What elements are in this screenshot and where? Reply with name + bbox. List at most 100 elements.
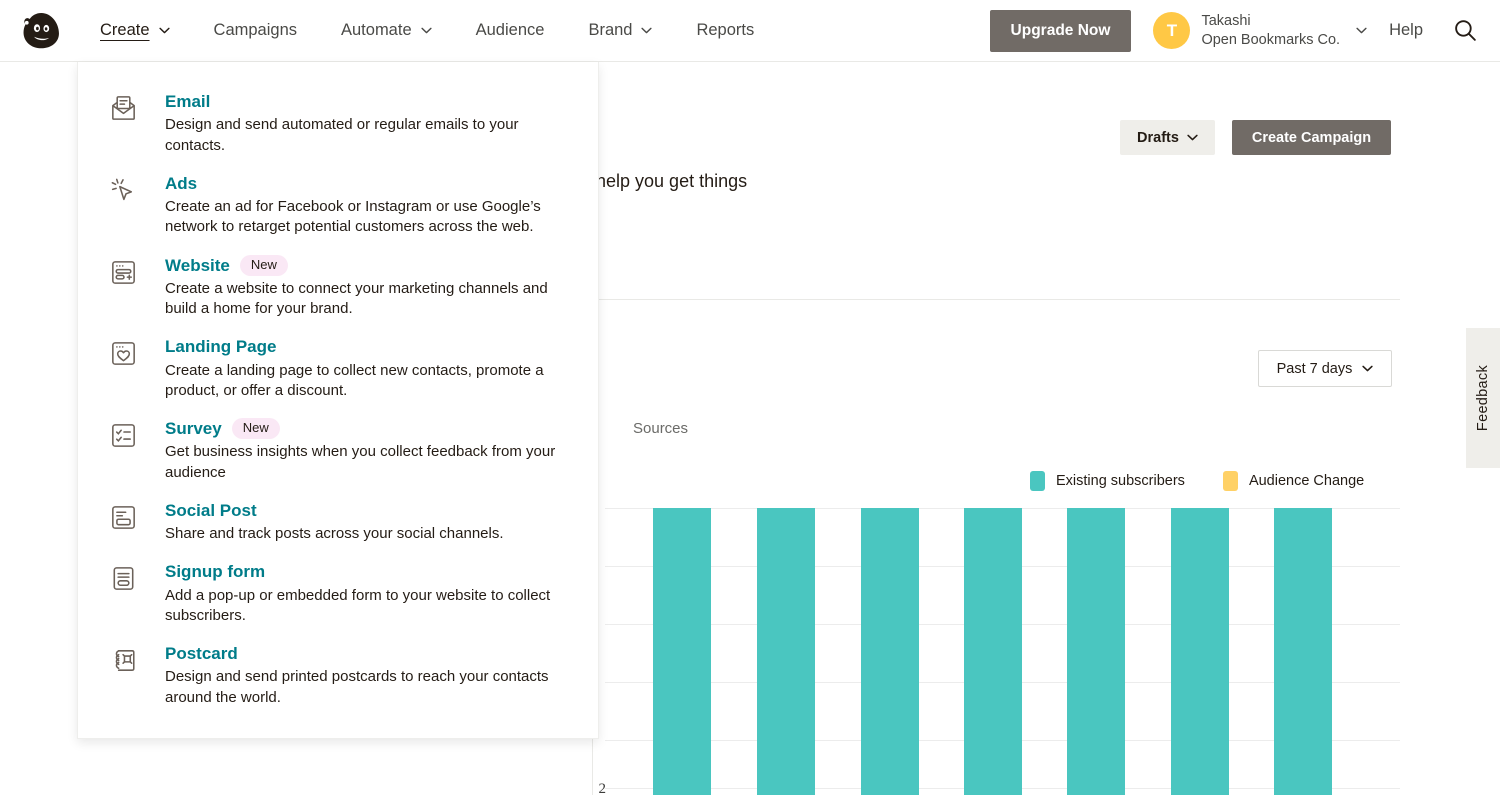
menu-item-social-post[interactable]: Social Post Share and track posts across… [78,491,598,553]
chevron-down-icon [641,27,653,34]
subscribers-bar-chart [605,500,1400,795]
nav-item-brand[interactable]: Brand [566,0,674,62]
date-range-select[interactable]: Past 7 days [1258,350,1392,387]
menu-item-title: Email [165,92,211,111]
legend-item-existing-subscribers[interactable]: Existing subscribers [1030,471,1185,491]
nav-label: Create [100,21,150,39]
envelope-open-icon [101,90,145,124]
menu-title-row: Signup form [165,561,576,582]
feedback-label: Feedback [1475,364,1491,432]
nav-label: Audience [475,21,545,39]
menu-item-body: Email Design and send automated or regul… [145,90,576,156]
menu-title-row: Survey New [165,418,576,440]
chart-bar[interactable] [1067,508,1125,795]
avatar: T [1153,12,1191,49]
menu-item-description: Create a landing page to collect new con… [165,361,544,399]
upgrade-now-button[interactable]: Upgrade Now [989,9,1132,52]
legend-item-audience-change[interactable]: Audience Change [1222,471,1365,491]
menu-title-row: Social Post [165,500,504,521]
account-menu[interactable]: T Takashi Open Bookmarks Co. [1153,12,1367,49]
nav-label: Brand [588,21,633,39]
top-navigation-bar: Create Campaigns Automate Audience Brand [0,0,1500,62]
legend-swatch-icon [1222,471,1238,491]
menu-item-description: Get business insights when you collect f… [165,443,556,481]
search-icon[interactable] [1453,18,1478,43]
menu-item-email[interactable]: Email Design and send automated or regul… [78,82,598,164]
feedback-tab[interactable]: Feedback [1466,328,1500,468]
chevron-down-icon [1362,365,1374,372]
menu-item-survey[interactable]: Survey New Get business insights when yo… [78,409,598,491]
menu-item-ads[interactable]: Ads Create an ad for Facebook or Instagr… [78,164,598,246]
menu-title-row: Postcard [165,643,576,664]
legend-label: Existing subscribers [1056,473,1185,489]
hero-text: help you get things [596,171,748,191]
chart-bar[interactable] [964,508,1022,795]
browser-window-heart-icon [101,335,145,369]
menu-item-title: Signup form [165,562,266,582]
menu-title-row: Email [165,91,576,112]
menu-item-description: Create a website to connect your marketi… [165,279,548,318]
chevron-down-icon [421,27,432,34]
legend-swatch-icon [1030,471,1045,491]
chart-bar[interactable] [861,508,919,795]
mailchimp-freddie-logo-icon[interactable] [14,7,70,55]
date-range-value: Past 7 days [1276,360,1353,377]
menu-item-title: Ads [165,173,198,193]
chevron-down-icon [1187,134,1198,141]
nav-item-reports[interactable]: Reports [674,0,776,62]
new-badge: New [231,418,280,440]
legend-label: Audience Change [1248,473,1365,489]
postcard-icon [101,642,145,676]
nav-item-audience[interactable]: Audience [454,0,567,62]
nav-item-create[interactable]: Create [78,0,192,62]
chart-bar[interactable] [757,508,815,795]
nav-item-campaigns[interactable]: Campaigns [192,0,319,62]
chart-legend: Existing subscribers Audience Change [1030,471,1364,491]
help-link[interactable]: Help [1389,21,1423,40]
account-org-name: Open Bookmarks Co. [1201,31,1341,48]
main-nav: Create Campaigns Automate Audience Brand [78,0,776,62]
sources-label: Sources [633,420,689,437]
create-campaign-button[interactable]: Create Campaign [1232,120,1391,155]
menu-item-body: Social Post Share and track posts across… [145,499,504,545]
account-user-name: Takashi [1201,12,1251,29]
nav-label: Campaigns [213,21,297,39]
chart-bar[interactable] [1274,508,1332,795]
menu-title-row: Landing Page [165,336,576,357]
create-dropdown-menu: Email Design and send automated or regul… [77,62,599,739]
menu-item-body: Postcard Design and send printed postcar… [145,642,576,708]
menu-item-body: Landing Page Create a landing page to co… [145,335,576,401]
nav-label: Automate [341,21,412,39]
header-actions: Upgrade Now T Takashi Open Bookmarks Co.… [989,0,1500,62]
nav-item-automate[interactable]: Automate [319,0,454,62]
chevron-down-icon [158,27,170,34]
drafts-button[interactable]: Drafts [1120,120,1215,155]
browser-window-plus-icon [101,254,145,288]
menu-item-postcard[interactable]: Postcard Design and send printed postcar… [78,634,598,716]
y-axis-tick-label: 2 [598,781,607,795]
menu-item-body: Website New Create a website to connect … [145,254,576,320]
drafts-label: Drafts [1137,129,1179,146]
menu-item-body: Survey New Get business insights when yo… [145,417,576,483]
menu-item-description: Create an ad for Facebook or Instagram o… [165,198,541,236]
menu-item-body: Signup form Add a pop-up or embedded for… [145,560,576,626]
cursor-click-sparkle-icon [101,172,145,206]
checklist-icon [101,417,145,451]
menu-title-row: Website New [165,254,576,276]
menu-item-website[interactable]: Website New Create a website to connect … [78,246,598,328]
signup-form-icon [101,560,145,594]
menu-item-description: Share and track posts across your social… [165,525,504,543]
menu-item-title: Social Post [165,500,257,520]
chevron-down-icon [1356,27,1367,34]
social-post-card-icon [101,499,145,533]
menu-item-description: Design and send printed postcards to rea… [165,668,549,706]
chart-bar[interactable] [1171,508,1229,795]
menu-item-landing-page[interactable]: Landing Page Create a landing page to co… [78,327,598,409]
menu-item-title: Landing Page [165,337,277,357]
menu-item-title: Website [165,255,230,275]
menu-item-description: Add a pop-up or embedded form to your we… [165,586,551,624]
menu-item-body: Ads Create an ad for Facebook or Instagr… [145,172,576,238]
menu-item-signup-form[interactable]: Signup form Add a pop-up or embedded for… [78,552,598,634]
chart-bar[interactable] [653,508,711,795]
account-names: Takashi Open Bookmarks Co. [1201,12,1340,49]
